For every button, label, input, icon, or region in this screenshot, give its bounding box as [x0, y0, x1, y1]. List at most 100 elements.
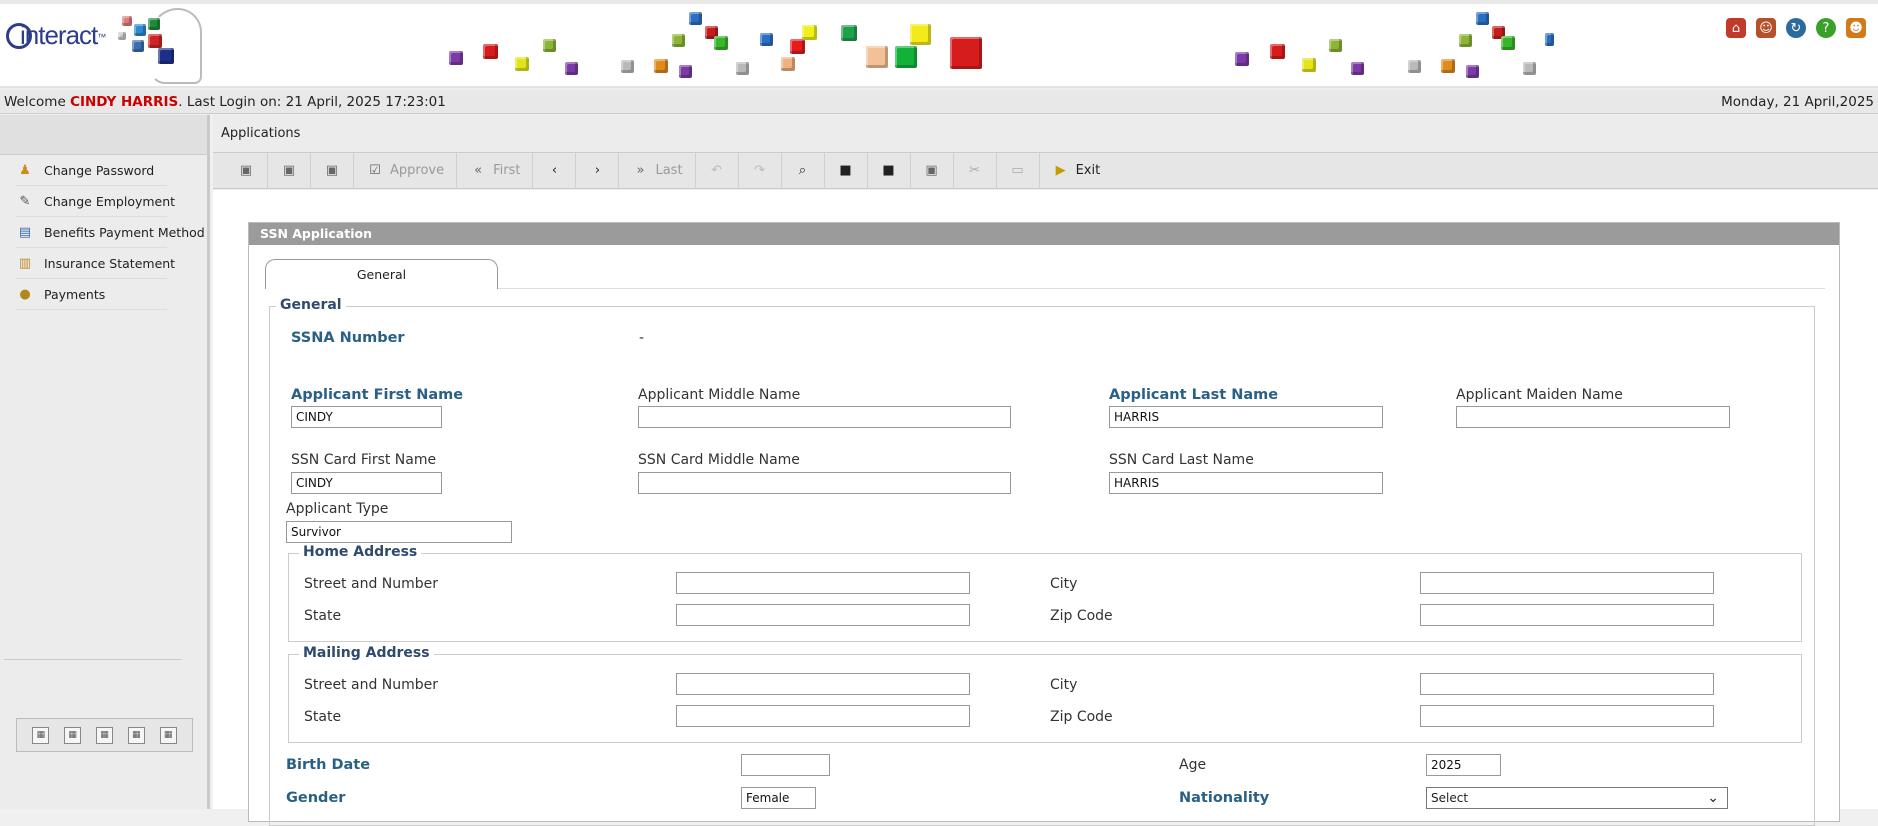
first-button[interactable]: « First	[457, 152, 534, 189]
new-record-icon: ▣	[239, 163, 253, 178]
home-street-field[interactable]	[676, 572, 970, 594]
last-button[interactable]: » Last	[619, 152, 696, 189]
home-icon[interactable]: ⌂	[1726, 18, 1746, 38]
new-button[interactable]: ▣	[225, 152, 268, 189]
print-button[interactable]: ▭	[997, 152, 1040, 189]
sidebar-item-insurance-statement[interactable]: ▥ Insurance Statement	[0, 248, 207, 279]
mailing-street-field[interactable]	[676, 673, 970, 695]
mailing-city-field[interactable]	[1420, 673, 1714, 695]
attach-icon: ▣	[925, 163, 938, 178]
applicant-middle-name-field[interactable]	[638, 406, 1011, 428]
panel-title: SSN Application	[249, 223, 1839, 245]
sidebar: ♟ Change Password ✎ Change Employment ▤ …	[0, 115, 210, 809]
grid-icon[interactable]: ▦	[159, 726, 177, 744]
chevron-down-icon: ⌄	[1707, 790, 1719, 806]
decor-cube	[1523, 62, 1536, 75]
applicant-last-name-field[interactable]: HARRIS	[1109, 406, 1383, 428]
home-zip-label: Zip Code	[1050, 608, 1113, 624]
applicant-maiden-name-field[interactable]	[1456, 406, 1730, 428]
decor-cube	[1408, 60, 1421, 73]
decor-cube	[543, 39, 556, 52]
mailing-state-field[interactable]	[676, 705, 970, 727]
pencil-icon: ✎	[19, 194, 31, 209]
decor-cube	[1235, 52, 1249, 66]
mailing-zip-field[interactable]	[1420, 705, 1714, 727]
sidebar-item-payments[interactable]: ● Payments	[0, 279, 207, 310]
gender-field[interactable]: Female	[741, 787, 816, 809]
delete-record-icon: ▣	[325, 163, 339, 178]
redo-button[interactable]: ↷	[739, 152, 782, 189]
tools-button[interactable]: ✂	[954, 152, 997, 189]
user-icon[interactable]: ☺	[1756, 18, 1776, 38]
ssn-application-panel: SSN Application General General SSNA Num…	[248, 222, 1840, 826]
age-field[interactable]: 2025	[1426, 754, 1501, 776]
home-zip-field[interactable]	[1420, 604, 1714, 626]
refresh-icon[interactable]: ↻	[1786, 18, 1806, 38]
attach-button[interactable]: ▣	[911, 152, 954, 189]
page-title: Applications	[213, 115, 1878, 153]
decor-cube	[910, 24, 931, 45]
decor-cube	[895, 46, 917, 68]
help-icon[interactable]: ?	[1816, 18, 1836, 38]
edit-button[interactable]: ▣	[268, 152, 311, 189]
decor-cube	[449, 51, 463, 65]
action-toolbar: ▣ ▣ ▣ ☑ Approve «First ‹ › » Last ↶ ↷ ⌕ ■ …	[213, 152, 1878, 189]
sidebar-divider	[4, 659, 182, 660]
previous-button[interactable]: ‹	[533, 152, 577, 189]
nationality-selected-value: Select	[1431, 791, 1469, 805]
redo-icon: ↷	[754, 163, 766, 178]
save-close-button[interactable]: ■	[868, 152, 911, 189]
next-button[interactable]: ›	[576, 152, 620, 189]
save-button[interactable]: ■	[825, 152, 868, 189]
applicant-first-name-field[interactable]: CINDY	[291, 406, 442, 428]
birth-date-field[interactable]	[741, 754, 830, 776]
home-address-legend: Home Address	[299, 544, 422, 560]
save-close-icon: ■	[882, 163, 895, 178]
applicant-type-field[interactable]: Survivor	[286, 521, 512, 543]
home-city-label: City	[1050, 576, 1078, 592]
decor-cube	[1441, 59, 1455, 73]
decor-cube	[790, 39, 805, 54]
exit-button[interactable]: ▶ Exit	[1040, 153, 1113, 189]
grid-icon[interactable]: ▦	[95, 726, 113, 744]
decor-cube	[1459, 34, 1472, 47]
ssn-card-last-name-field[interactable]: HARRIS	[1109, 472, 1383, 494]
logout-icon[interactable]: ☻	[1846, 18, 1866, 38]
applicant-maiden-name-label: Applicant Maiden Name	[1456, 387, 1623, 403]
home-city-field[interactable]	[1420, 572, 1714, 594]
home-state-label: State	[304, 608, 342, 624]
general-legend: General	[276, 297, 346, 313]
save-icon: ■	[839, 163, 852, 178]
sidebar-toolbar: ▦ ▦ ▦ ▦ ▦	[16, 718, 193, 752]
sidebar-item-change-password[interactable]: ♟ Change Password	[0, 155, 207, 186]
grid-icon[interactable]: ▦	[64, 726, 82, 744]
ssn-card-middle-name-field[interactable]	[638, 472, 1011, 494]
decor-cube	[483, 44, 498, 59]
home-state-field[interactable]	[676, 604, 970, 626]
ssna-number-label: SSNA Number	[291, 330, 405, 346]
tab-general[interactable]: General	[265, 259, 498, 289]
sidebar-item-change-employment[interactable]: ✎ Change Employment	[0, 186, 207, 217]
approve-button[interactable]: ☑ Approve	[354, 152, 458, 189]
grid-icon[interactable]: ▦	[127, 726, 145, 744]
approve-label: Approve	[390, 163, 445, 178]
decor-cube	[1270, 44, 1285, 59]
print-icon: ▭	[1011, 163, 1024, 178]
nationality-select[interactable]: Select ⌄	[1426, 787, 1728, 809]
undo-button[interactable]: ↶	[696, 152, 739, 189]
applicant-type-label: Applicant Type	[286, 501, 389, 517]
last-label: Last	[655, 163, 683, 178]
ssn-card-first-name-field[interactable]: CINDY	[291, 472, 442, 494]
gender-label: Gender	[286, 790, 346, 806]
search-button[interactable]: ⌕	[782, 152, 825, 189]
money-bag-icon: ●	[19, 287, 31, 302]
sidebar-item-benefits-payment-method[interactable]: ▤ Benefits Payment Method	[0, 217, 207, 248]
ssna-number-value: -	[639, 330, 645, 346]
grid-icon[interactable]: ▦	[32, 726, 50, 744]
delete-button[interactable]: ▣	[311, 152, 354, 189]
decor-cube	[1351, 62, 1364, 75]
decor-cube	[1501, 36, 1515, 50]
logo-trademark: ™	[97, 32, 106, 42]
mailing-address-fieldset: Mailing Address Street and Number City S…	[288, 645, 1802, 743]
last-icon: »	[636, 163, 645, 178]
